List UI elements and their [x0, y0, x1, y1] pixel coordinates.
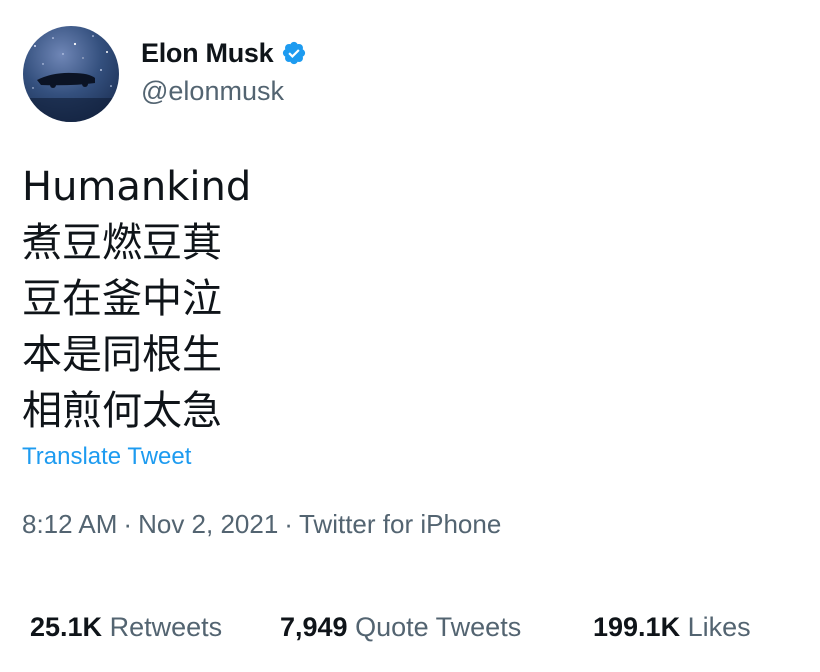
verified-badge-icon [283, 41, 306, 65]
avatar[interactable] [23, 26, 119, 122]
starry-sky-car-icon [23, 35, 119, 122]
author-name-row: Elon Musk [141, 36, 307, 70]
likes-stat[interactable]: 199.1K Likes [593, 612, 751, 643]
likes-label: Likes [687, 612, 751, 642]
meta-separator: · [284, 509, 293, 539]
retweets-stat[interactable]: 25.1K Retweets [30, 612, 280, 643]
author-handle[interactable]: @elonmusk [141, 76, 284, 107]
quote-tweets-label: Quote Tweets [355, 612, 522, 642]
tweet-source[interactable]: Twitter for iPhone [299, 509, 501, 539]
tweet-line: Humankind [22, 164, 252, 210]
retweets-count: 25.1K [30, 612, 103, 642]
meta-separator: · [123, 509, 133, 539]
tweet-line: 相煎何太急 [22, 388, 222, 434]
tweet-text: Humankind 煮豆燃豆萁 豆在釜中泣 本是同根生 相煎何太急 [22, 159, 251, 439]
quote-tweets-stat[interactable]: 7,949 Quote Tweets [280, 612, 593, 643]
likes-count: 199.1K [593, 612, 681, 642]
tweet-date[interactable]: Nov 2, 2021 [138, 509, 278, 539]
tweet-meta: 8:12 AM · Nov 2, 2021 · Twitter for iPhone [22, 509, 501, 540]
tweet-stats: 25.1K Retweets 7,949 Quote Tweets 199.1K… [30, 612, 751, 643]
author-display-name[interactable]: Elon Musk [141, 38, 274, 69]
tweet-time[interactable]: 8:12 AM [22, 509, 117, 539]
translate-tweet-link[interactable]: Translate Tweet [22, 443, 191, 471]
tweet-line: 豆在釜中泣 [22, 276, 222, 322]
retweets-label: Retweets [109, 612, 223, 642]
tweet-line: 本是同根生 [22, 332, 222, 378]
tweet-line: 煮豆燃豆萁 [22, 220, 222, 266]
tweet-card: Elon Musk @elonmusk Humankind 煮豆燃豆萁 豆在釜中… [0, 0, 820, 672]
quote-tweets-count: 7,949 [280, 612, 348, 642]
